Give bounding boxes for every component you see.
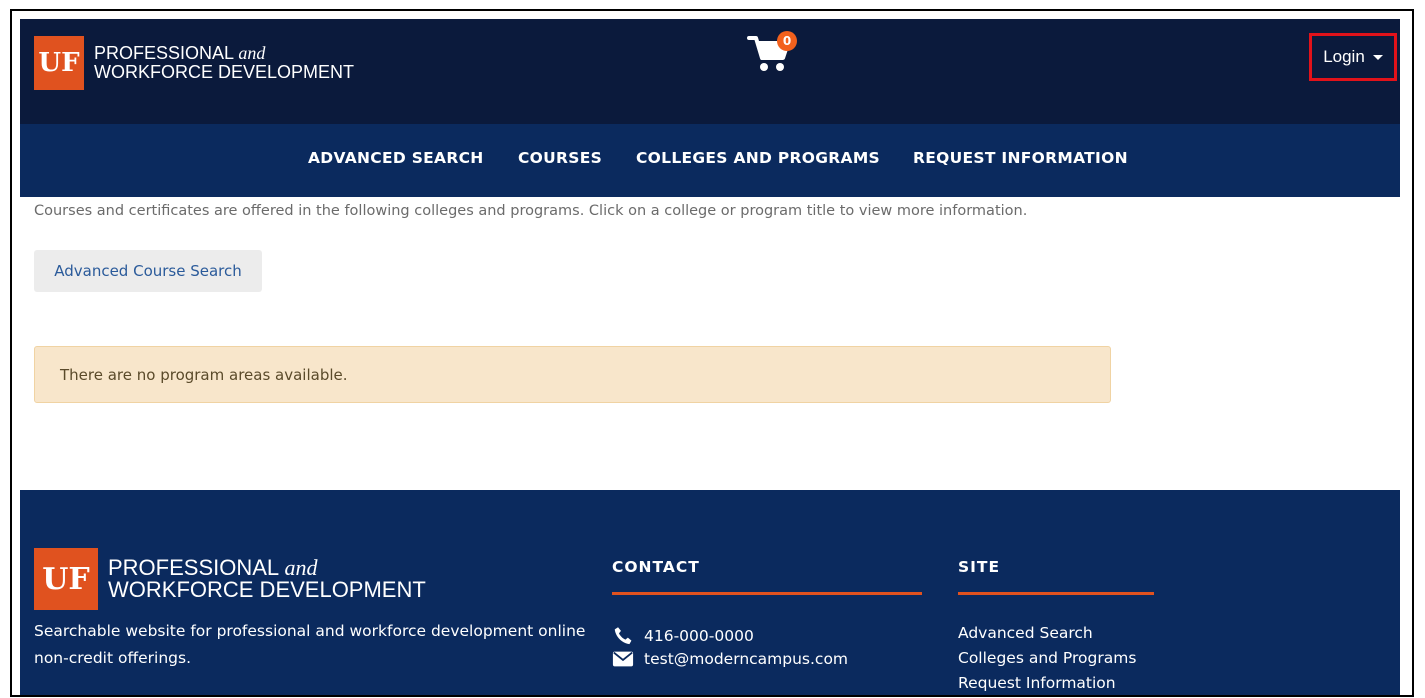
caret-down-icon bbox=[1372, 54, 1383, 60]
nav-request-information[interactable]: REQUEST INFORMATION bbox=[913, 149, 1128, 167]
contact-phone[interactable]: 416-000-0000 bbox=[612, 625, 754, 647]
advanced-course-search-button[interactable]: Advanced Course Search bbox=[34, 250, 262, 292]
cart-count-badge: 0 bbox=[777, 31, 797, 51]
screenshot-frame: UF PROFESSIONAL and WORKFORCE DEVELOPMEN… bbox=[10, 9, 1414, 697]
nav-advanced-search[interactable]: ADVANCED SEARCH bbox=[308, 149, 484, 167]
nav-colleges-and-programs[interactable]: COLLEGES AND PROGRAMS bbox=[636, 149, 880, 167]
phone-number: 416-000-0000 bbox=[644, 627, 754, 645]
email-address: test@moderncampus.com bbox=[644, 650, 849, 668]
contact-divider bbox=[612, 592, 922, 595]
no-programs-alert: There are no program areas available. bbox=[34, 346, 1111, 403]
site-logo[interactable]: UF PROFESSIONAL and WORKFORCE DEVELOPMEN… bbox=[34, 36, 354, 90]
footer-link-colleges-and-programs[interactable]: Colleges and Programs bbox=[958, 649, 1136, 667]
uf-logo-badge: UF bbox=[34, 548, 98, 610]
contact-heading: CONTACT bbox=[612, 558, 700, 576]
main-nav: ADVANCED SEARCH COURSES COLLEGES AND PRO… bbox=[20, 124, 1400, 197]
envelope-icon bbox=[612, 651, 634, 667]
intro-text: Courses and certificates are offered in … bbox=[34, 203, 1028, 219]
phone-icon bbox=[614, 627, 632, 645]
site-heading: SITE bbox=[958, 558, 1001, 576]
alert-text: There are no program areas available. bbox=[60, 365, 348, 384]
footer-link-advanced-search[interactable]: Advanced Search bbox=[958, 624, 1093, 642]
footer-logo[interactable]: UF PROFESSIONAL and WORKFORCE DEVELOPMEN… bbox=[34, 548, 426, 610]
nav-courses[interactable]: COURSES bbox=[518, 149, 602, 167]
logo-text: PROFESSIONAL and WORKFORCE DEVELOPMENT bbox=[108, 555, 426, 602]
footer-link-request-information[interactable]: Request Information bbox=[958, 674, 1116, 692]
uf-logo-badge: UF bbox=[34, 36, 84, 90]
footer-description: Searchable website for professional and … bbox=[34, 622, 586, 667]
login-dropdown-button[interactable]: Login bbox=[1309, 33, 1397, 81]
footer: UF PROFESSIONAL and WORKFORCE DEVELOPMEN… bbox=[20, 490, 1400, 695]
logo-text: PROFESSIONAL and WORKFORCE DEVELOPMENT bbox=[94, 43, 355, 82]
contact-email[interactable]: test@moderncampus.com bbox=[612, 650, 848, 668]
page: UF PROFESSIONAL and WORKFORCE DEVELOPMEN… bbox=[20, 19, 1400, 695]
login-label: Login bbox=[1323, 47, 1365, 66]
top-header: UF PROFESSIONAL and WORKFORCE DEVELOPMEN… bbox=[20, 19, 1400, 124]
site-divider bbox=[958, 592, 1154, 595]
